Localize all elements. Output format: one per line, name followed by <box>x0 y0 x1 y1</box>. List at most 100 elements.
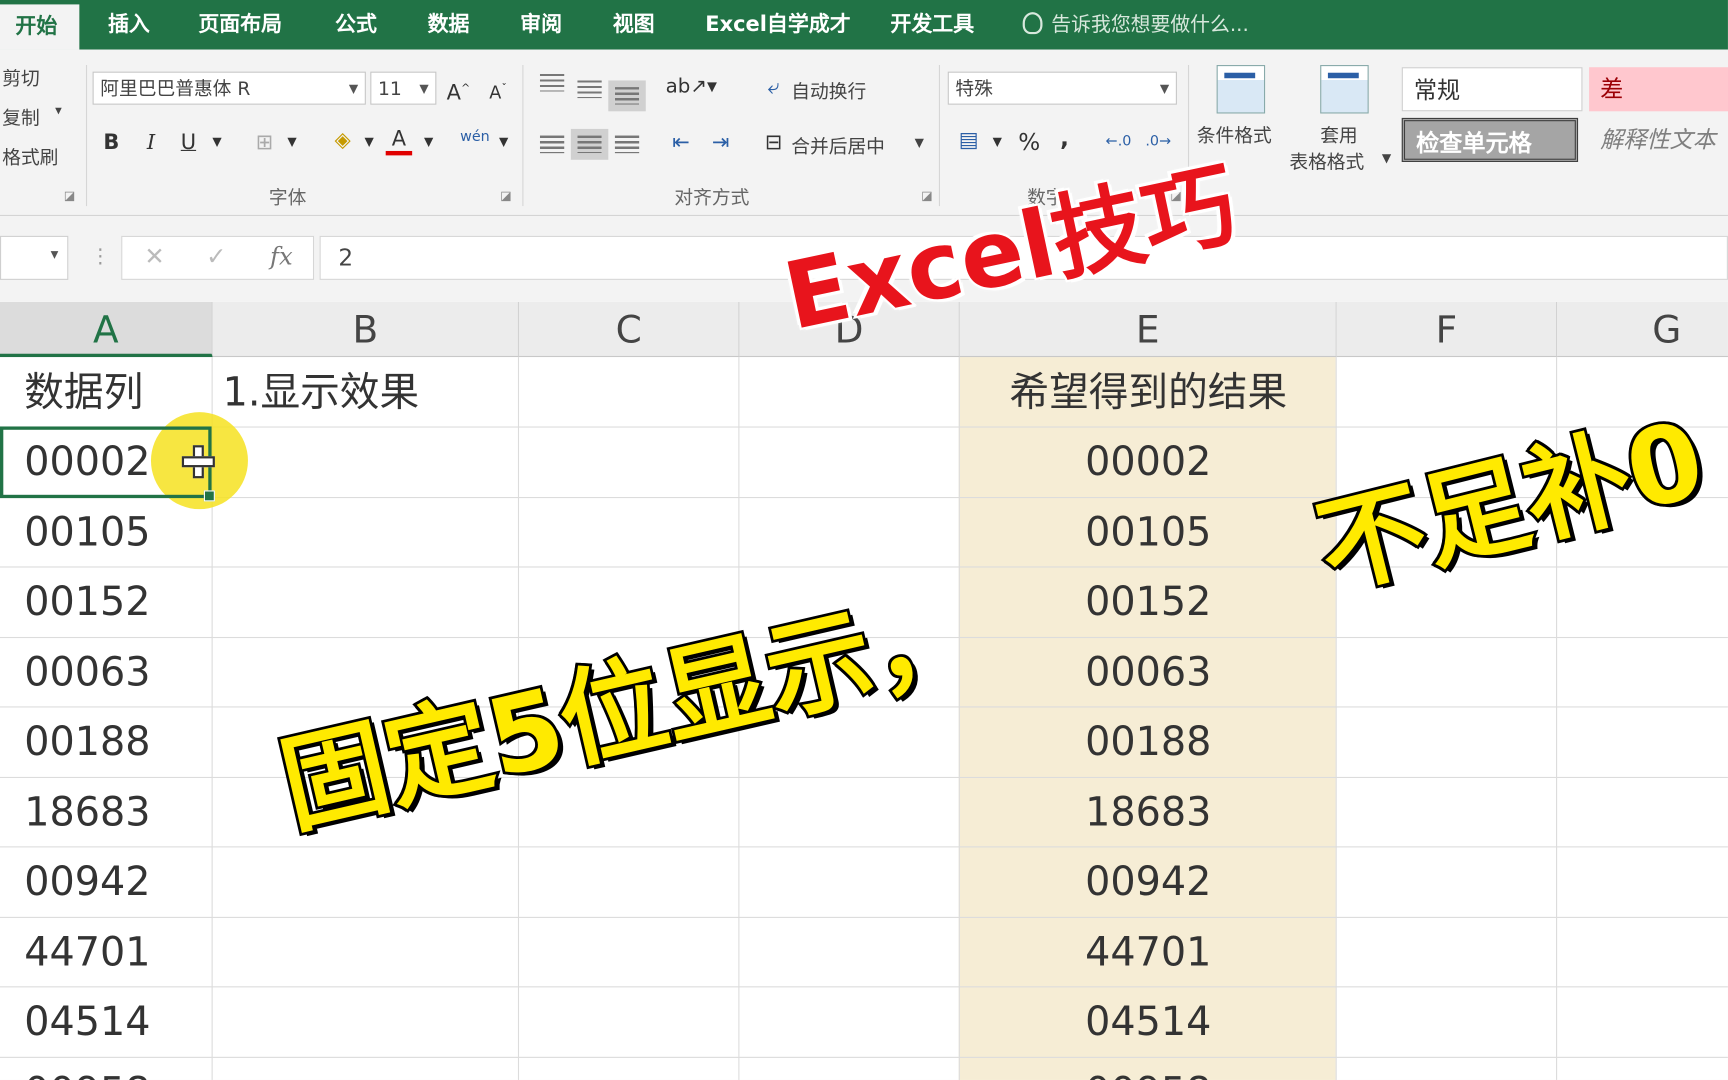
tab-page-layout[interactable]: 页面布局 <box>198 0 282 50</box>
style-bad[interactable]: 差 <box>1589 67 1728 112</box>
font-color-button[interactable]: A <box>385 125 413 156</box>
insert-function-icon[interactable]: fx <box>270 244 293 272</box>
conditional-format-icon[interactable] <box>1216 65 1266 114</box>
align-right-icon[interactable] <box>614 135 640 154</box>
copy-dropdown-icon[interactable]: ▾ <box>55 102 62 117</box>
cell-e11[interactable]: 00958 <box>960 1057 1337 1080</box>
cell-e6[interactable]: 00188 <box>960 706 1337 775</box>
chevron-down-icon[interactable]: ▼ <box>1382 151 1391 165</box>
percent-style-button[interactable]: % <box>1014 127 1045 158</box>
comma-style-button[interactable]: , <box>1054 122 1076 153</box>
tab-developer[interactable]: 开发工具 <box>890 0 974 50</box>
cell-a11[interactable]: 00958 <box>24 1057 150 1080</box>
gridline <box>0 846 1728 848</box>
cell-e4[interactable]: 00152 <box>960 566 1337 635</box>
cell-e5[interactable]: 00063 <box>960 637 1337 706</box>
chevron-down-icon[interactable]: ▼ <box>421 127 436 158</box>
cancel-icon[interactable]: ✕ <box>144 244 164 272</box>
copy-button[interactable]: 复制 <box>2 102 39 130</box>
style-check-cell[interactable]: 检查单元格 <box>1401 117 1579 162</box>
font-name-value: 阿里巴巴普惠体 R <box>100 78 251 101</box>
enter-icon[interactable]: ✓ <box>206 244 226 272</box>
tab-formulas[interactable]: 公式 <box>335 0 377 50</box>
grow-font-button[interactable]: A^ <box>445 74 471 105</box>
cell-a5[interactable]: 00063 <box>24 637 150 706</box>
cell-a6[interactable]: 00188 <box>24 706 150 775</box>
name-box[interactable] <box>0 235 69 280</box>
tab-data[interactable]: 数据 <box>428 0 470 50</box>
cell-e7[interactable]: 18683 <box>960 777 1337 846</box>
chevron-down-icon[interactable]: ▼ <box>496 127 511 158</box>
chevron-down-icon[interactable]: ▼ <box>361 127 376 158</box>
font-name-select[interactable]: 阿里巴巴普惠体 R ▼ <box>92 71 366 105</box>
cell-a4[interactable]: 00152 <box>24 566 150 635</box>
font-launcher-icon[interactable]: ◪ <box>500 188 511 202</box>
align-center-icon[interactable] <box>570 128 609 160</box>
underline-button[interactable]: U <box>176 127 200 158</box>
tab-view[interactable]: 视图 <box>613 0 655 50</box>
chevron-down-icon[interactable]: ▼ <box>284 127 299 158</box>
cell-e8[interactable]: 00942 <box>960 846 1337 915</box>
accounting-format-icon[interactable]: ▤ <box>952 125 985 156</box>
chevron-down-icon[interactable]: ▼ <box>990 127 1005 158</box>
cell-a1[interactable]: 数据列 <box>24 357 143 426</box>
cell-e1[interactable]: 希望得到的结果 <box>960 357 1337 426</box>
style-normal[interactable]: 常规 <box>1401 67 1583 112</box>
column-header-e[interactable]: E <box>959 301 1337 358</box>
cell-a10[interactable]: 04514 <box>24 986 150 1055</box>
tab-home[interactable]: 开始 <box>0 4 80 50</box>
orientation-icon[interactable]: ab↗▾ <box>666 72 717 103</box>
tell-me-box[interactable]: 告诉我您想要做什么... <box>1022 0 1249 50</box>
decrease-indent-icon[interactable]: ⇤ <box>666 127 697 158</box>
align-bottom-icon[interactable] <box>608 80 646 112</box>
cell-a7[interactable]: 18683 <box>24 777 150 846</box>
font-size-value: 11 <box>377 78 402 101</box>
cut-button[interactable]: 剪切 <box>2 63 39 90</box>
italic-button[interactable]: I <box>139 127 163 158</box>
bold-button[interactable]: B <box>99 127 123 158</box>
more-options-icon: ⋮ <box>90 244 111 268</box>
shrink-font-button[interactable]: Aˇ <box>485 74 511 105</box>
number-format-select[interactable]: 特殊 ▼ <box>947 71 1177 105</box>
wrap-text-button[interactable]: 自动换行 <box>791 76 866 104</box>
merge-center-button[interactable]: 合并后居中 <box>791 131 885 159</box>
increase-indent-icon[interactable]: ⇥ <box>705 127 736 158</box>
divider <box>522 65 524 207</box>
font-size-select[interactable]: 11 ▼ <box>370 71 437 105</box>
screen: 开始 插入 页面布局 公式 数据 审阅 视图 Excel自学成才 开发工具 告诉… <box>0 0 1728 1080</box>
divider <box>938 65 941 207</box>
tab-excel-self-study[interactable]: Excel自学成才 <box>705 0 850 50</box>
table-format-label-2[interactable]: 表格格式 <box>1289 147 1364 174</box>
tab-insert[interactable]: 插入 <box>108 0 150 50</box>
cell-a9[interactable]: 44701 <box>24 917 150 986</box>
align-left-icon[interactable] <box>539 135 565 154</box>
cell-e2[interactable]: 00002 <box>960 426 1337 495</box>
cell-a8[interactable]: 00942 <box>24 846 150 915</box>
table-format-label-1[interactable]: 套用 <box>1320 120 1357 148</box>
active-cell-selection[interactable] <box>0 426 215 502</box>
align-middle-icon[interactable] <box>577 80 602 99</box>
chevron-down-icon: ▼ <box>348 81 359 96</box>
column-header-f[interactable]: F <box>1336 301 1558 358</box>
table-format-icon[interactable] <box>1320 65 1369 114</box>
column-header-g[interactable]: G <box>1557 301 1728 358</box>
format-painter-button[interactable]: 格式刷 <box>2 142 58 170</box>
column-header-a[interactable]: A <box>0 301 213 358</box>
cell-b1[interactable]: 1.显示效果 <box>223 357 420 426</box>
gridline <box>0 776 1728 779</box>
clipboard-launcher-icon[interactable]: ◪ <box>64 188 75 202</box>
column-header-c[interactable]: C <box>519 301 740 358</box>
column-header-b[interactable]: B <box>212 301 520 358</box>
chevron-down-icon[interactable]: ▼ <box>915 136 924 150</box>
cell-e3[interactable]: 00105 <box>960 497 1337 566</box>
borders-icon[interactable]: ⊞ <box>251 127 277 158</box>
fill-color-icon[interactable]: ◈ <box>328 125 357 156</box>
cell-e9[interactable]: 44701 <box>960 917 1337 986</box>
cell-a3[interactable]: 00105 <box>24 497 150 566</box>
align-top-icon[interactable] <box>539 73 565 92</box>
style-explanatory[interactable]: 解释性文本 <box>1589 118 1728 162</box>
cell-e10[interactable]: 04514 <box>960 986 1337 1055</box>
phonetic-guide-button[interactable]: wén <box>456 122 493 153</box>
chevron-down-icon[interactable]: ▼ <box>209 127 224 158</box>
tab-review[interactable]: 审阅 <box>520 0 562 50</box>
